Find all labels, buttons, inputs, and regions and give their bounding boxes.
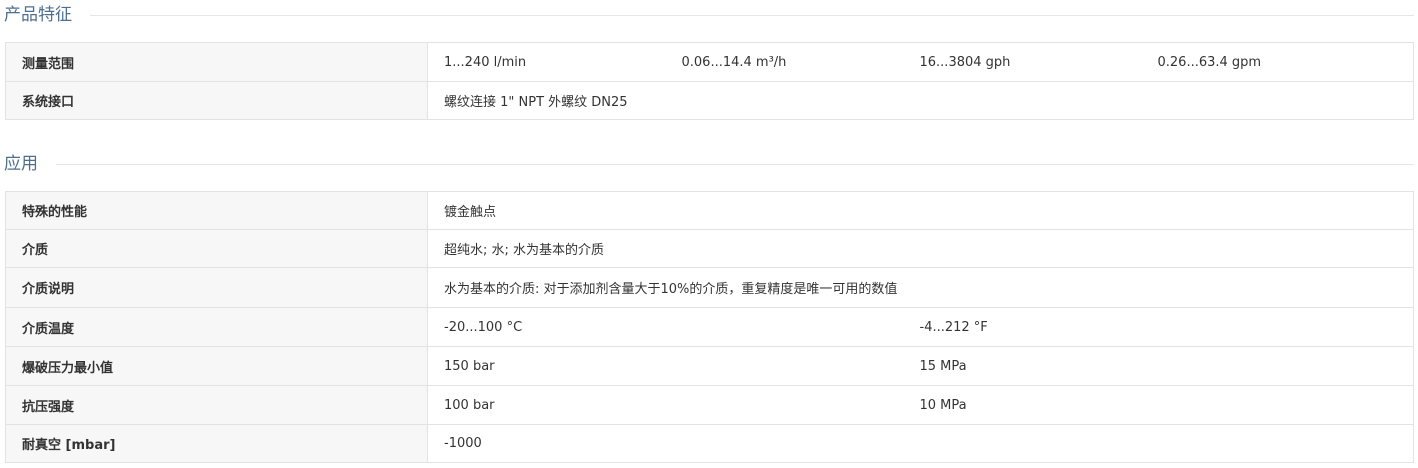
table-row: 介质 超纯水; 水; 水为基本的介质 <box>5 229 1415 268</box>
row-value: 0.26...63.4 gpm <box>1141 42 1414 82</box>
row-value: 0.06...14.4 m³/h <box>665 42 904 82</box>
table-row: 介质温度 -20...100 °C -4...212 °F <box>5 307 1415 347</box>
section-divider <box>56 163 1414 165</box>
row-label: 特殊的性能 <box>5 191 428 230</box>
row-value: 镀金触点 <box>426 191 1415 230</box>
row-label: 介质温度 <box>5 307 428 347</box>
table-row: 测量范围 1...240 l/min 0.06...14.4 m³/h 16..… <box>5 42 1414 82</box>
row-value: 16...3804 gph <box>903 42 1142 82</box>
row-value: 10 MPa <box>903 385 1415 425</box>
table-row: 系统接口 螺纹连接 1" NPT 外螺纹 DN25 <box>5 81 1414 120</box>
row-value: 150 bar <box>427 346 904 386</box>
row-label: 系统接口 <box>5 81 428 120</box>
features-table: 测量范围 1...240 l/min 0.06...14.4 m³/h 16..… <box>5 42 1414 120</box>
table-row: 耐真空 [mbar] -1000 <box>5 424 1415 463</box>
row-label: 爆破压力最小值 <box>5 346 428 386</box>
section-divider <box>90 14 1414 16</box>
application-table: 特殊的性能 镀金触点 介质 超纯水; 水; 水为基本的介质 介质说明 水为基本的… <box>5 191 1415 463</box>
row-value: 15 MPa <box>903 346 1415 386</box>
row-label: 耐真空 [mbar] <box>5 424 428 463</box>
row-value: 1...240 l/min <box>427 42 666 82</box>
row-label: 测量范围 <box>5 42 428 82</box>
row-label: 抗压强度 <box>5 385 428 425</box>
row-value: 螺纹连接 1" NPT 外螺纹 DN25 <box>427 81 1414 120</box>
table-row: 爆破压力最小值 150 bar 15 MPa <box>5 346 1415 386</box>
table-row: 抗压强度 100 bar 10 MPa <box>5 385 1415 425</box>
table-row: 特殊的性能 镀金触点 <box>5 191 1415 230</box>
section-header-application: 应用 <box>4 151 1414 177</box>
row-label: 介质 <box>5 229 428 268</box>
table-row: 介质说明 水为基本的介质: 对于添加剂含量大于10%的介质，重复精度是唯一可用的… <box>5 267 1415 308</box>
row-value: 超纯水; 水; 水为基本的介质 <box>426 229 1415 268</box>
section-header-features: 产品特征 <box>4 2 1414 28</box>
row-value: -20...100 °C <box>427 307 904 347</box>
row-value: 100 bar <box>427 385 904 425</box>
row-value: 水为基本的介质: 对于添加剂含量大于10%的介质，重复精度是唯一可用的数值 <box>426 267 1415 308</box>
row-label: 介质说明 <box>5 267 428 308</box>
row-value: -4...212 °F <box>903 307 1415 347</box>
row-value: -1000 <box>426 424 1415 463</box>
section-title: 产品特征 <box>4 5 72 25</box>
section-title: 应用 <box>4 154 38 174</box>
